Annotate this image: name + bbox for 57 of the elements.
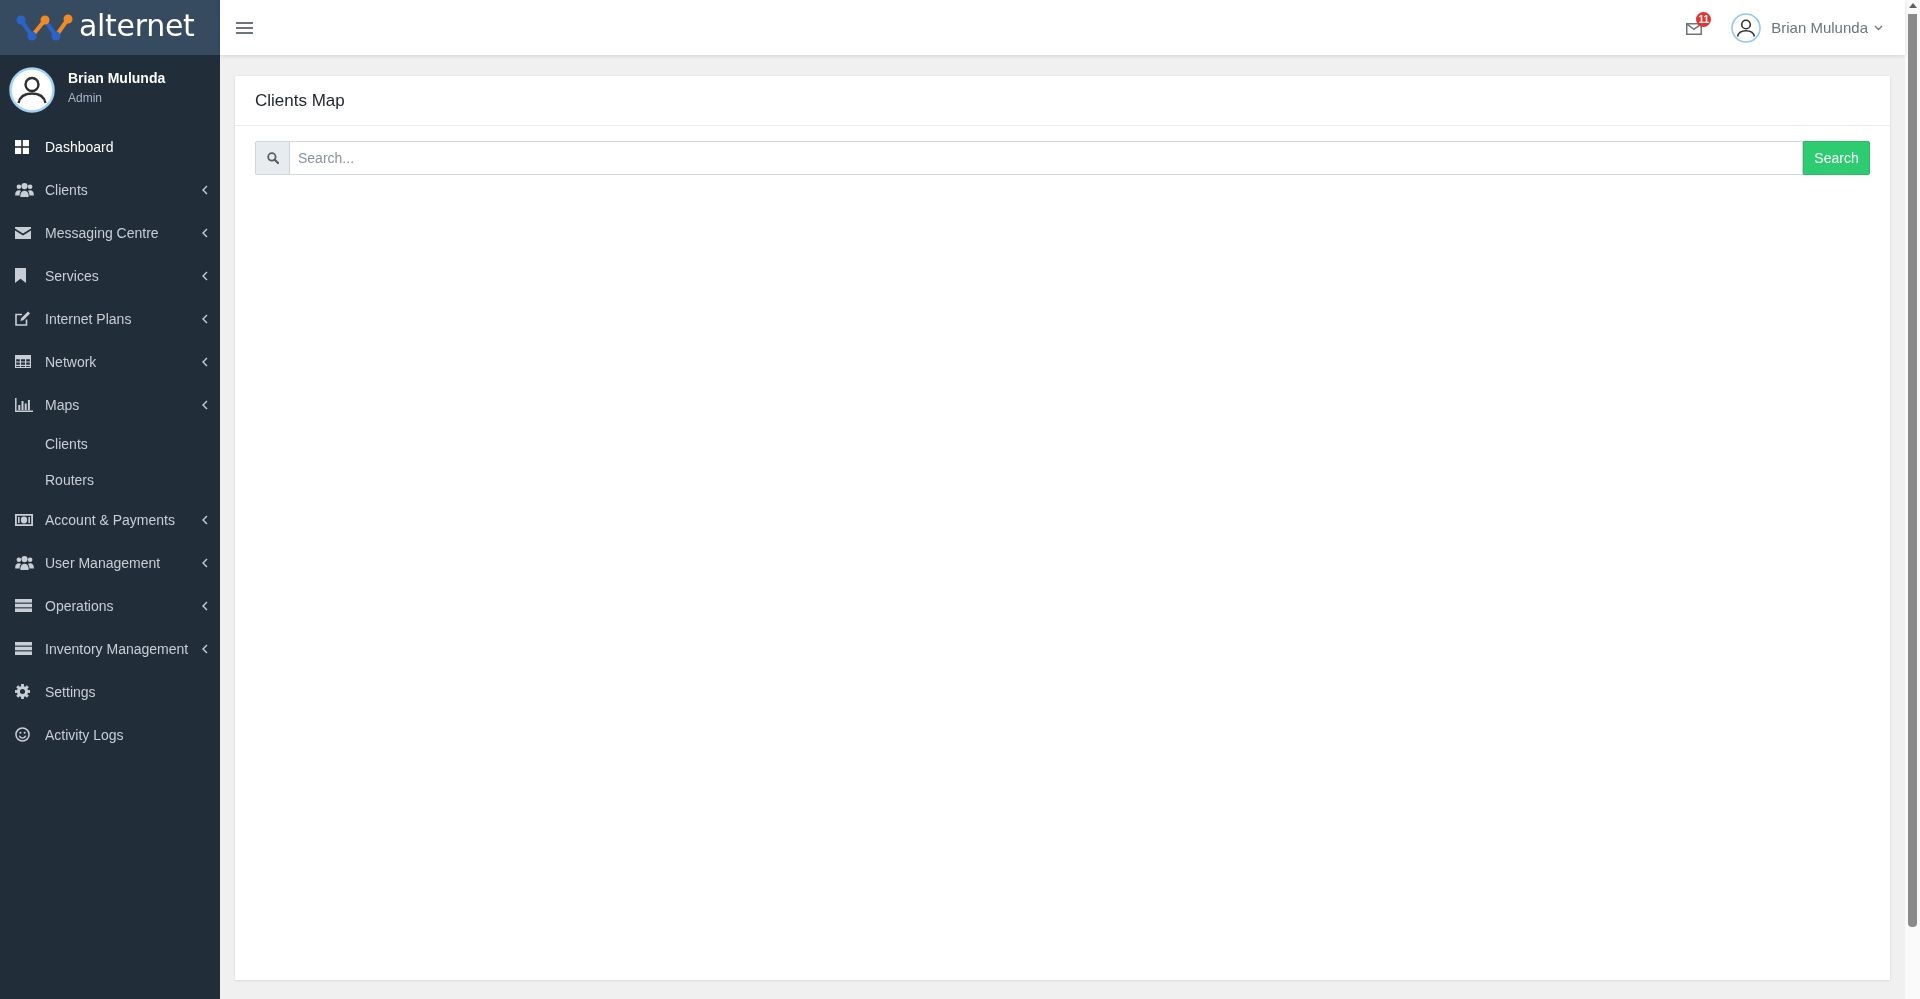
grid-icon bbox=[15, 139, 29, 154]
messages-button[interactable] bbox=[1686, 22, 1703, 35]
server-icon bbox=[15, 642, 32, 655]
chevron-left-icon bbox=[202, 399, 208, 410]
chevron-left-icon bbox=[202, 184, 208, 195]
chevron-left-icon bbox=[202, 514, 208, 525]
user-role: Admin bbox=[68, 90, 103, 106]
sidebar-item[interactable]: Dashboard bbox=[0, 125, 220, 168]
logo-icon bbox=[14, 12, 74, 43]
scrollbar[interactable] bbox=[1905, 0, 1920, 999]
sidebar-item[interactable]: User Management bbox=[0, 541, 220, 584]
users-icon bbox=[15, 182, 34, 197]
notification-count-badge: 11 bbox=[1696, 11, 1712, 27]
sidebar-item[interactable]: Messaging Centre bbox=[0, 211, 220, 254]
sidebar-item[interactable]: Internet Plans bbox=[0, 297, 220, 340]
chevron-down-icon bbox=[1874, 24, 1883, 31]
sidebar-item[interactable]: Activity Logs bbox=[0, 713, 220, 756]
chevron-left-icon bbox=[202, 356, 208, 367]
chevron-left-icon bbox=[202, 270, 208, 281]
sidebar-item[interactable]: Network bbox=[0, 340, 220, 383]
sidebar-item[interactable]: Clients bbox=[0, 168, 220, 211]
bar-chart-icon bbox=[15, 397, 33, 412]
envelope-icon bbox=[15, 226, 31, 239]
sidebar-subitem[interactable]: Clients bbox=[0, 426, 220, 462]
chevron-left-icon bbox=[202, 600, 208, 611]
sidebar-item[interactable]: Inventory Management bbox=[0, 627, 220, 670]
sidebar-item[interactable]: Operations bbox=[0, 584, 220, 627]
sidebar-item[interactable]: Services bbox=[0, 254, 220, 297]
sidebar-subitem[interactable]: Routers bbox=[0, 462, 220, 498]
chevron-left-icon bbox=[202, 313, 208, 324]
edit-icon bbox=[15, 311, 31, 326]
user-menu-button[interactable]: Brian Mulunda bbox=[1731, 12, 1883, 43]
search-icon bbox=[266, 152, 279, 164]
users-icon bbox=[15, 555, 34, 570]
user-avatar-icon bbox=[1731, 12, 1762, 43]
sidebar-item[interactable]: Account & Payments bbox=[0, 498, 220, 541]
banknote-icon bbox=[15, 513, 33, 526]
envelope-icon bbox=[1686, 22, 1703, 35]
user-name: Brian Mulunda bbox=[68, 68, 166, 87]
chevron-left-icon bbox=[202, 557, 208, 568]
sidebar-item[interactable]: Maps bbox=[0, 383, 220, 426]
card-title: Clients Map bbox=[255, 90, 345, 111]
search-field[interactable]: Search... bbox=[290, 141, 1803, 175]
table-icon bbox=[15, 355, 31, 368]
menu-button[interactable] bbox=[236, 20, 253, 35]
chevron-left-icon bbox=[202, 227, 208, 238]
user-avatar-icon bbox=[9, 67, 55, 113]
settings-icon bbox=[15, 684, 30, 699]
scrollbar-thumb[interactable] bbox=[1908, 14, 1917, 927]
menu-icon bbox=[236, 20, 253, 35]
smiley-icon bbox=[15, 727, 30, 742]
brand-name: alternet bbox=[79, 8, 195, 43]
server-icon bbox=[15, 599, 32, 612]
chevron-left-icon bbox=[202, 643, 208, 654]
bookmark-icon bbox=[15, 268, 26, 283]
arrow-up-icon[interactable] bbox=[1908, 3, 1917, 8]
sidebar-item[interactable]: Settings bbox=[0, 670, 220, 713]
